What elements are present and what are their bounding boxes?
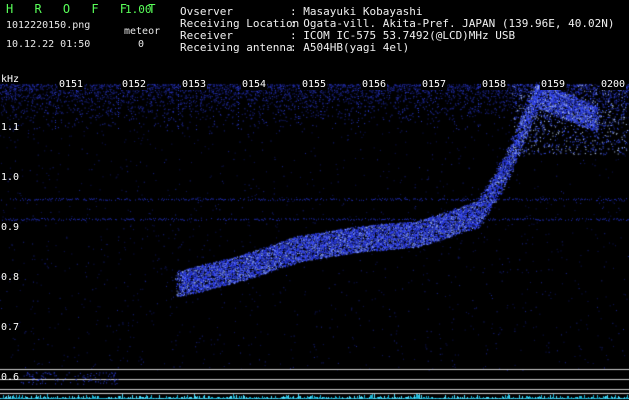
location-label: Receiving Location xyxy=(180,17,300,30)
timestamp-label: 10.12.22 01:50 xyxy=(6,39,91,50)
x-tick-label: 0200 xyxy=(600,79,627,90)
antenna-label: Receiving antenna xyxy=(180,41,293,54)
y-tick-label: 0.6 xyxy=(1,372,20,383)
filename-label: 1012220150.png xyxy=(6,20,91,31)
y-tick-label: 1.0 xyxy=(1,172,20,183)
observer-label: Ovserver xyxy=(180,5,233,18)
y-tick-label: 0.9 xyxy=(1,222,20,233)
app-version: 1.00 xyxy=(125,3,152,16)
location-value: : Ogata-vill. Akita-Pref. JAPAN (139.96E… xyxy=(290,17,615,30)
antenna-value: : A504HB(yagi 4el) xyxy=(290,41,410,54)
x-tick-label: 0156 xyxy=(361,79,388,90)
meteor-count: 0 xyxy=(138,39,145,50)
x-tick-label: 0157 xyxy=(421,79,448,90)
hrofft-window: { "app": { "logo": "H R O F F T", "versi… xyxy=(0,0,629,400)
spectrogram-plot xyxy=(0,77,629,400)
x-tick-label: 0155 xyxy=(301,79,328,90)
y-tick-label: 0.8 xyxy=(1,272,20,283)
observer-value: : Masayuki Kobayashi xyxy=(290,5,423,18)
y-tick-label: 0.7 xyxy=(1,322,20,333)
y-tick-label: 1.1 xyxy=(1,122,20,133)
y-axis-unit: kHz xyxy=(1,74,20,85)
receiver-value: : ICOM IC-575 53.7492(@LCD)MHz USB xyxy=(290,29,516,42)
x-tick-label: 0154 xyxy=(241,79,268,90)
x-tick-label: 0158 xyxy=(481,79,508,90)
x-tick-label: 0153 xyxy=(181,79,208,90)
meteor-label: meteor xyxy=(124,26,161,37)
x-tick-label: 0151 xyxy=(58,79,85,90)
x-tick-label: 0152 xyxy=(121,79,148,90)
receiver-label: Receiver xyxy=(180,29,233,42)
x-tick-label: 0159 xyxy=(540,79,567,90)
